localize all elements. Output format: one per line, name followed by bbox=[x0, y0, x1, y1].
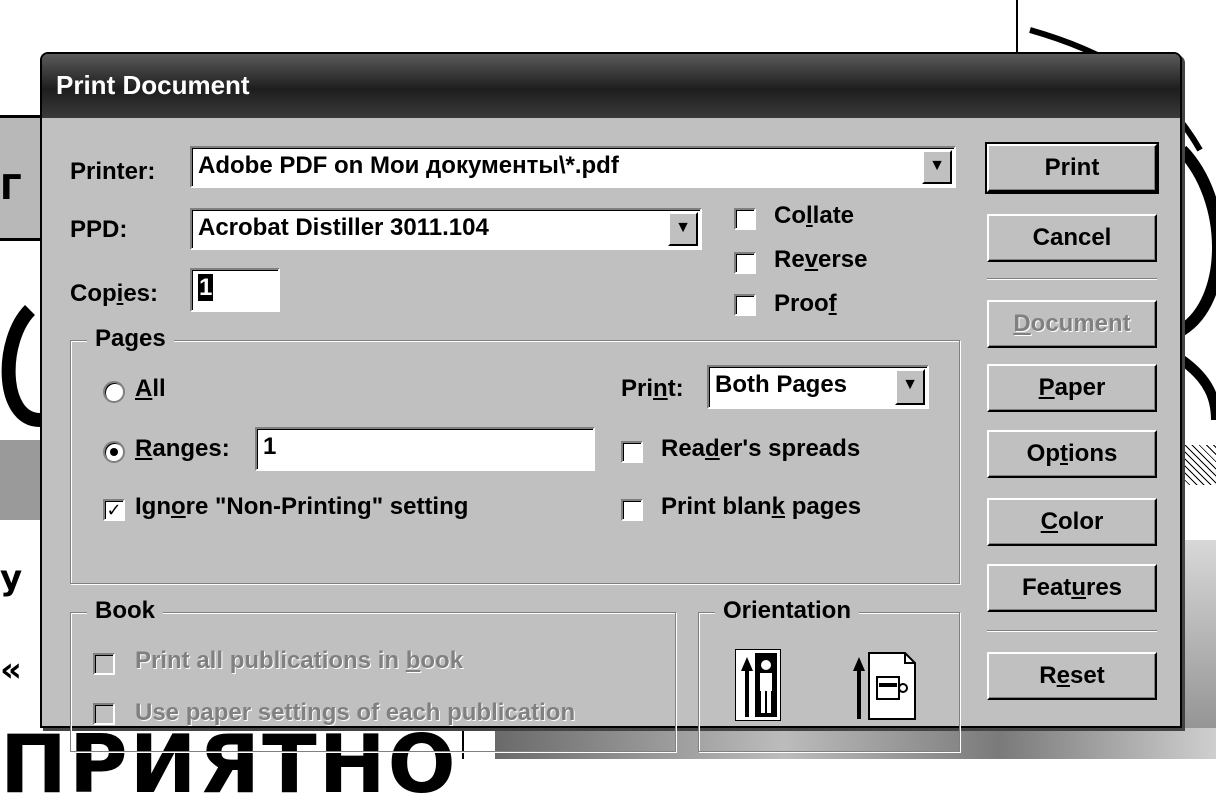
features-button[interactable]: Features bbox=[987, 564, 1157, 612]
book-group-title: Book bbox=[87, 597, 163, 625]
collate-label: Collate bbox=[774, 202, 855, 229]
ppd-select[interactable]: Acrobat Distiller 3011.104 ▼ bbox=[190, 208, 702, 250]
proof-checkbox[interactable] bbox=[734, 294, 756, 316]
print-side-label: Print: bbox=[621, 375, 684, 402]
all-pages-label: All bbox=[135, 375, 166, 402]
readers-spreads-label: Reader's spreads bbox=[661, 435, 861, 462]
pages-group: Pages All Ranges: 1 ✓ Ignore "Non-Printi… bbox=[70, 325, 960, 584]
ignore-nonprinting-label: Ignore "Non-Printing" setting bbox=[135, 493, 469, 520]
readers-spreads-checkbox[interactable] bbox=[621, 441, 643, 463]
use-paper-settings-checkbox[interactable] bbox=[93, 703, 115, 725]
background-letter: Г bbox=[0, 168, 22, 208]
radio-selected-dot bbox=[110, 448, 118, 456]
ranges-input[interactable]: 1 bbox=[255, 427, 595, 471]
print-all-publications-checkbox[interactable] bbox=[93, 653, 115, 675]
printer-select[interactable]: Adobe PDF on Мои документы\*.pdf ▼ bbox=[190, 146, 956, 188]
button-separator bbox=[987, 630, 1157, 632]
options-button[interactable]: Options bbox=[987, 430, 1157, 478]
background-letter: « bbox=[0, 650, 22, 690]
ppd-value: Acrobat Distiller 3011.104 bbox=[198, 214, 489, 241]
proof-label: Proof bbox=[774, 290, 837, 317]
paper-button[interactable]: Paper bbox=[987, 364, 1157, 412]
print-blank-pages-checkbox[interactable] bbox=[621, 499, 643, 521]
ppd-dropdown-arrow-icon[interactable]: ▼ bbox=[668, 212, 698, 246]
all-pages-radio[interactable] bbox=[103, 381, 125, 403]
copies-value: 1 bbox=[198, 274, 214, 301]
copies-input[interactable]: 1 bbox=[190, 268, 280, 312]
printer-dropdown-arrow-icon[interactable]: ▼ bbox=[922, 150, 952, 184]
print-all-publications-label: Print all publications in book bbox=[135, 647, 464, 674]
ppd-label: PPD: bbox=[70, 216, 128, 243]
pages-group-title: Pages bbox=[87, 325, 174, 353]
reset-button[interactable]: Reset bbox=[987, 652, 1157, 700]
reverse-checkbox[interactable] bbox=[734, 252, 756, 274]
ignore-nonprinting-checkbox[interactable]: ✓ bbox=[103, 499, 125, 521]
print-side-dropdown-arrow-icon[interactable]: ▼ bbox=[895, 369, 925, 405]
use-paper-settings-label: Use paper settings of each publication bbox=[135, 699, 576, 726]
ranges-radio[interactable] bbox=[103, 441, 125, 463]
button-separator bbox=[987, 278, 1157, 280]
printer-label: Printer: bbox=[70, 158, 156, 185]
landscape-orientation-icon[interactable] bbox=[849, 649, 919, 721]
print-side-select[interactable]: Both Pages ▼ bbox=[707, 365, 929, 409]
print-blank-pages-label: Print blank pages bbox=[661, 493, 862, 520]
copies-label: Copies: bbox=[70, 280, 159, 307]
orientation-group: Orientation bbox=[698, 597, 960, 752]
ranges-label: Ranges: bbox=[135, 435, 230, 462]
collate-checkbox[interactable] bbox=[734, 208, 756, 230]
title-bar[interactable]: Print Document bbox=[42, 54, 1180, 118]
ranges-value: 1 bbox=[263, 433, 277, 460]
print-document-dialog: Print Document Printer: Adobe PDF on Мои… bbox=[40, 52, 1182, 752]
document-button[interactable]: Document bbox=[987, 300, 1157, 348]
background-letter: у bbox=[0, 558, 23, 598]
book-group: Book Print all publications in book Use … bbox=[70, 597, 676, 752]
printer-value: Adobe PDF on Мои документы\*.pdf bbox=[198, 152, 619, 179]
cancel-button[interactable]: Cancel bbox=[987, 214, 1157, 262]
orientation-group-title: Orientation bbox=[715, 597, 860, 625]
dialog-title: Print Document bbox=[56, 70, 250, 100]
print-button[interactable]: Print bbox=[985, 142, 1159, 194]
color-button[interactable]: Color bbox=[987, 498, 1157, 546]
dialog-client-area: Printer: Adobe PDF on Мои документы\*.pd… bbox=[42, 118, 1180, 752]
portrait-orientation-icon[interactable] bbox=[735, 649, 781, 721]
print-side-value: Both Pages bbox=[715, 371, 848, 398]
reverse-label: Reverse bbox=[774, 246, 868, 273]
